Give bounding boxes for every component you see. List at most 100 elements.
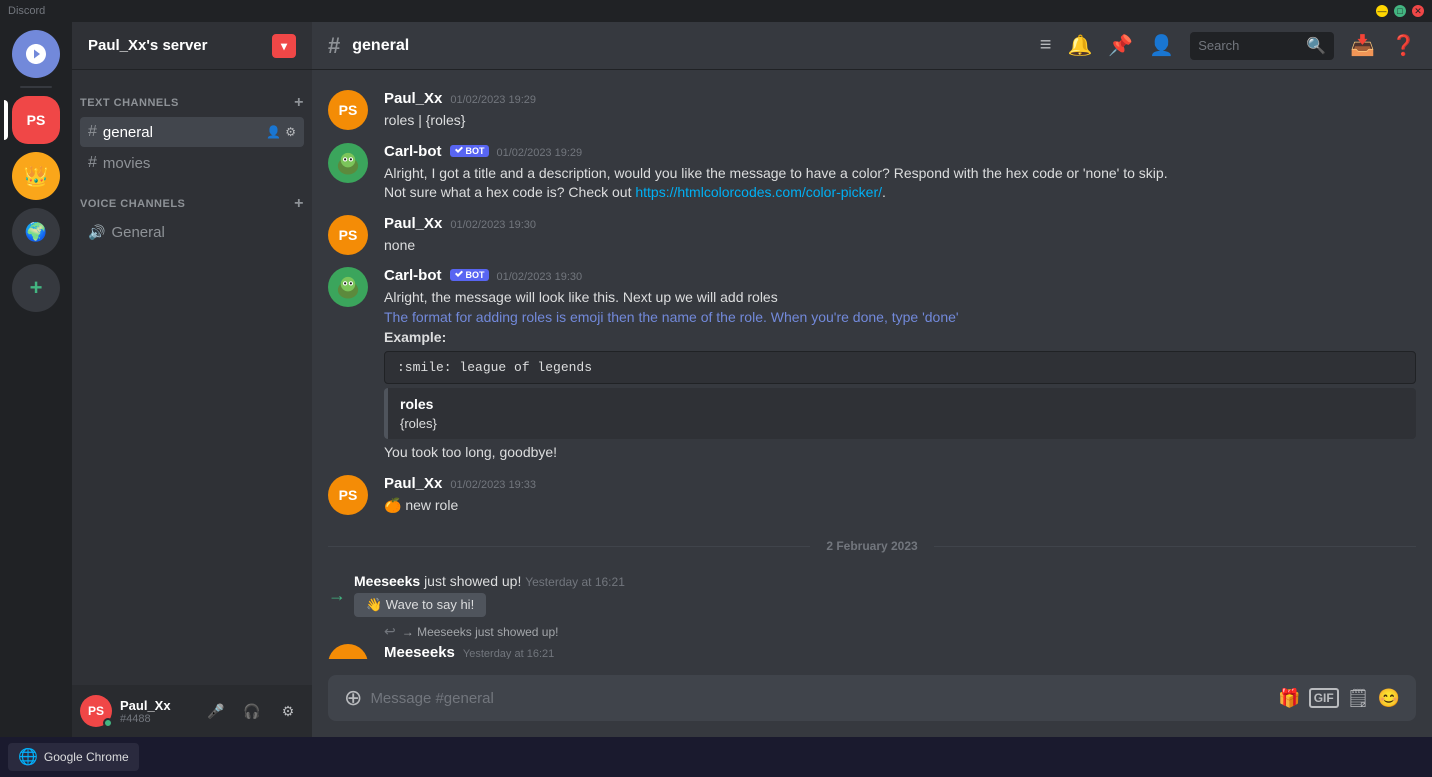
reply-author: → Meeseeks just showed up! [402,625,559,639]
join-message: → Meeseeks just showed up! Yesterday at … [312,569,1432,621]
user-settings-button[interactable]: ⚙ [272,695,304,727]
pin-icon[interactable]: 📌 [1108,33,1133,58]
channel-item-movies[interactable]: # movies [80,148,304,178]
app-container: Discord — □ ✕ PS 👑 🌍 + Paul_Xx's server … [0,0,1432,777]
voice-channel-name: General [111,224,164,241]
settings-icon[interactable]: ⚙ [285,125,296,139]
inbox-icon[interactable]: 📥 [1350,33,1375,58]
threads-icon[interactable]: ≡ [1040,34,1052,57]
chat-header-actions: ≡ 🔔 📌 👤 🔍 📥 ❓ [1040,32,1416,60]
date-divider: 2 February 2023 [312,523,1432,569]
chrome-icon: 🌐 [18,747,38,767]
user-icon[interactable]: 👤 [266,125,281,139]
help-icon[interactable]: ❓ [1391,33,1416,58]
message-header: Paul_Xx 01/02/2023 19:29 [384,90,1416,107]
message-group: Carl-bot BOT 01/02/2023 19:30 Alright, t… [312,263,1432,466]
mic-button[interactable]: 🎤 [200,695,232,727]
message-content: Meeseeks Yesterday at 16:21 [384,644,1416,659]
date-divider-text: 2 February 2023 [826,539,917,553]
message-author[interactable]: Meeseeks [384,644,455,659]
server-name: Paul_Xx's server [88,37,208,54]
input-actions: 🎁 GIF 🗒 😊 [1278,688,1400,709]
channel-item-voice-general[interactable]: 🔊 General [80,218,304,247]
server-list: PS 👑 🌍 + [0,22,72,737]
server-icon-explore[interactable]: 🌍 [12,208,60,256]
voice-channels-category[interactable]: VOICE CHANNELS + [72,179,312,217]
avatar: PS [328,90,368,130]
message-content: Carl-bot BOT 01/02/2023 19:29 Alright, I… [384,143,1416,203]
wave-button[interactable]: 👋 Wave to say hi! [354,593,486,617]
message-header: Meeseeks Yesterday at 16:21 [384,644,1416,659]
minimize-button[interactable]: — [1376,5,1388,17]
embed-block: roles {roles} [384,388,1416,439]
add-voice-channel-icon[interactable]: + [294,195,304,213]
taskbar-label: Google Chrome [44,750,129,764]
notifications-icon[interactable]: 🔔 [1067,33,1092,58]
avatar: M [328,644,368,659]
gift-icon[interactable]: 🎁 [1278,688,1300,709]
maximize-button[interactable]: □ [1394,5,1406,17]
server-icon-paul[interactable]: PS [12,96,60,144]
emoji-icon[interactable]: 😊 [1378,688,1400,709]
add-text-channel-icon[interactable]: + [294,94,304,112]
color-picker-link[interactable]: https://htmlcolorcodes.com/color-picker/ [635,184,882,200]
channel-sidebar: Paul_Xx's server ▾ TEXT CHANNELS + # gen… [72,22,312,737]
avatar: PS [328,215,368,255]
message-text: Alright, I got a title and a description… [384,164,1416,184]
window-controls: — □ ✕ [1376,5,1424,17]
server-dropdown-button[interactable]: ▾ [272,34,296,58]
message-author[interactable]: Paul_Xx [384,475,442,492]
discord-home-button[interactable] [12,30,60,78]
chat-input-box: ⊕ 🎁 GIF 🗒 😊 [328,675,1416,721]
message-timestamp: Yesterday at 16:21 [463,648,554,659]
avatar: PS [328,475,368,515]
hash-icon-movies: # [88,154,97,172]
channel-item-general[interactable]: # general 👤 ⚙ [80,117,304,147]
message-header: Carl-bot BOT 01/02/2023 19:30 [384,267,1416,284]
message-author[interactable]: Carl-bot [384,143,442,160]
close-button[interactable]: ✕ [1412,5,1424,17]
app-title: Discord [8,5,45,17]
add-server-button[interactable]: + [12,264,60,312]
chat-area: # general ≡ 🔔 📌 👤 🔍 📥 ❓ [312,22,1432,737]
server-header[interactable]: Paul_Xx's server ▾ [72,22,312,70]
message-author[interactable]: Paul_Xx [384,215,442,232]
hash-icon: # [88,123,97,141]
titlebar: Discord — □ ✕ [0,0,1432,22]
add-attachment-button[interactable]: ⊕ [344,675,362,721]
search-icon: 🔍 [1306,36,1326,56]
join-message-content: Meeseeks just showed up! Yesterday at 16… [354,573,625,617]
message-text-colored: The format for adding roles is emoji the… [384,308,1416,328]
main-content: PS 👑 🌍 + Paul_Xx's server ▾ TEXT CHANNEL… [0,22,1432,737]
join-arrow-icon: → [328,585,346,606]
message-text-2: Not sure what a hex code is? Check out h… [384,183,1416,203]
search-input[interactable] [1198,38,1298,53]
message-author[interactable]: Paul_Xx [384,90,442,107]
headset-button[interactable]: 🎧 [236,695,268,727]
text-channels-category[interactable]: TEXT CHANNELS + [72,78,312,116]
avatar [328,267,368,307]
message-timestamp: 01/02/2023 19:30 [497,271,583,283]
message-author[interactable]: Carl-bot [384,267,442,284]
sticker-icon[interactable]: 🗒 [1347,688,1370,709]
message-header: Paul_Xx 01/02/2023 19:30 [384,215,1416,232]
message-text: none [384,236,1416,256]
username: Paul_Xx [120,698,192,713]
message-group-meeseeks: M Meeseeks Yesterday at 16:21 [312,640,1432,659]
user-status-indicator [103,718,113,728]
user-discriminator: #4488 [120,713,192,725]
message-input[interactable] [370,679,1270,718]
message-content: Paul_Xx 01/02/2023 19:33 🍊 new role [384,475,1416,516]
taskbar-item-chrome[interactable]: 🌐 Google Chrome [8,743,139,771]
search-box[interactable]: 🔍 [1190,32,1334,60]
channel-title: general [352,37,409,55]
channel-name-general: general [103,124,153,141]
members-icon[interactable]: 👤 [1149,33,1174,58]
server-divider [20,86,52,88]
user-info: Paul_Xx #4488 [120,698,192,725]
gif-icon[interactable]: GIF [1309,688,1339,708]
channel-name-movies: movies [103,155,151,172]
channel-actions: 👤 ⚙ [266,125,296,139]
server-icon-crown[interactable]: 👑 [12,152,60,200]
message-header: Carl-bot BOT 01/02/2023 19:29 [384,143,1416,160]
